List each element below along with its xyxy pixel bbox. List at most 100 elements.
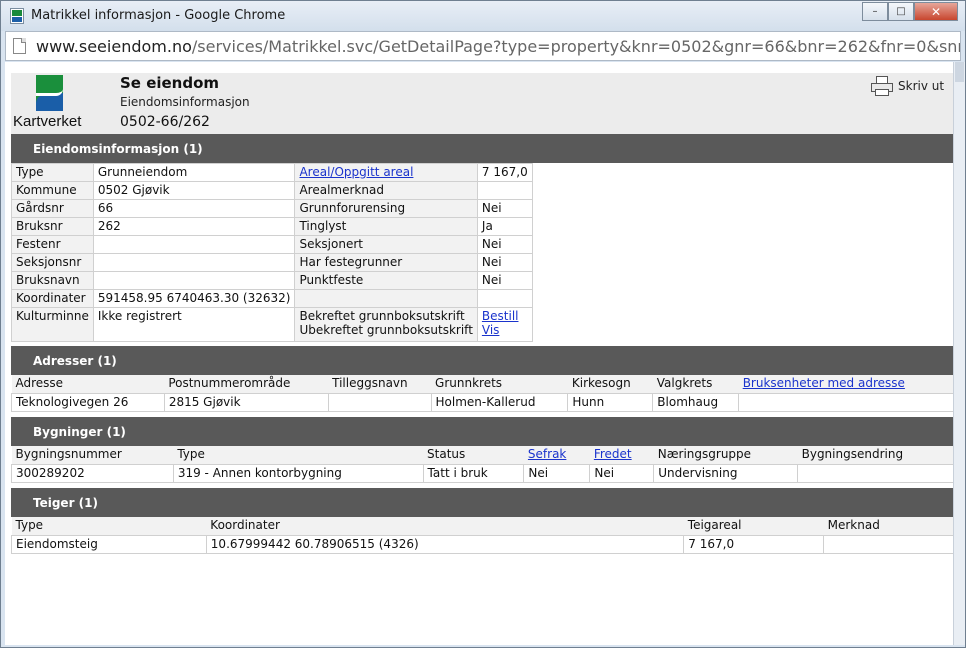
cell-type: 319 - Annen kontorbygning — [172, 463, 424, 483]
maximize-button[interactable]: □ — [888, 2, 914, 21]
vertical-scrollbar[interactable] — [953, 62, 965, 645]
url-path: /services/Matrikkel.svc/GetDetailPage?ty… — [191, 37, 960, 56]
col-sefrak: Sefrak — [523, 446, 590, 464]
cell-kirkesogn: Hunn — [567, 392, 654, 412]
field-value: Ikke registrert — [92, 307, 296, 342]
page-title: Se eiendom — [120, 74, 220, 92]
col-adresse: Adresse — [11, 375, 165, 393]
table-row: Teknologivegen 26 2815 Gjøvik Holmen-Kal… — [11, 392, 953, 412]
field-value: 591458.95 6740463.30 (32632) — [92, 289, 296, 308]
teiger-table: Type Koordinater Teigareal Merknad Eiend… — [11, 517, 953, 554]
col-fredet: Fredet — [589, 446, 654, 464]
vis-link[interactable]: Vis — [482, 323, 500, 337]
title-bar[interactable]: Matrikkel informasjon - Google Chrome – … — [1, 1, 965, 31]
bestill-link[interactable]: Bestill — [482, 309, 519, 323]
print-button[interactable]: Skriv ut — [871, 76, 944, 96]
cell-bygningsendring — [797, 463, 953, 483]
address-bar[interactable]: www.seeiendom.no/services/Matrikkel.svc/… — [5, 31, 961, 61]
cell-bruksenheter — [738, 392, 953, 412]
cell-merknad — [823, 534, 953, 554]
fredet-link[interactable]: Fredet — [594, 447, 632, 461]
table-row: Bruksnavn Punktfeste Nei — [11, 271, 533, 290]
bruksenheter-link[interactable]: Bruksenheter med adresse — [743, 376, 905, 390]
col-kirkesogn: Kirkesogn — [567, 375, 653, 393]
app-icon — [10, 8, 24, 24]
cell-naeringsgruppe: Undervisning — [653, 463, 799, 483]
cell-postnummer: 2815 Gjøvik — [163, 392, 329, 412]
ubekreftet-label: Ubekreftet grunnboksutskrift — [299, 323, 473, 337]
section-bygninger: Bygninger (1) — [11, 417, 953, 446]
property-id: 0502-66/262 — [120, 114, 210, 130]
field-value — [92, 271, 296, 290]
field-value: Bestill Vis — [476, 307, 533, 342]
minimize-button[interactable]: – — [862, 2, 888, 21]
close-button[interactable]: ✕ — [914, 2, 958, 21]
cell-adresse: Teknologivegen 26 — [11, 392, 165, 412]
browser-window: Matrikkel informasjon - Google Chrome – … — [0, 0, 966, 648]
field-value: 0502 Gjøvik — [92, 181, 296, 200]
col-valgkrets: Valgkrets — [652, 375, 739, 393]
table-row: Type Grunneiendom Areal/Oppgitt areal 7 167… — [11, 163, 533, 182]
print-label: Skriv ut — [898, 79, 945, 93]
table-row: Seksjonsnr Har festegrunner Nei — [11, 253, 533, 272]
field-value: Ja — [476, 217, 533, 236]
field-value — [92, 253, 296, 272]
printer-icon — [871, 76, 893, 96]
field-label: Bekreftet grunnboksutskrift Ubekreftet gr… — [294, 307, 478, 342]
cell-bygningsnummer: 300289202 — [11, 463, 174, 483]
sefrak-link[interactable]: Sefrak — [528, 447, 566, 461]
field-label: Bruksnr — [11, 217, 94, 236]
eiendom-table: Type Grunneiendom Areal/Oppgitt areal 7 167… — [11, 163, 533, 342]
window-controls: – □ ✕ — [862, 2, 958, 21]
page-subtitle: Eiendomsinformasjon — [120, 95, 250, 109]
cell-teigareal: 7 167,0 — [683, 534, 825, 554]
field-value — [476, 181, 533, 200]
section-teiger: Teiger (1) — [11, 488, 953, 517]
col-bygningsendring: Bygningsendring — [797, 446, 953, 464]
col-grunnkrets: Grunnkrets — [431, 375, 568, 393]
page-icon — [13, 38, 26, 54]
field-label: Koordinater — [11, 289, 94, 308]
cell-type: Eiendomsteig — [11, 534, 207, 554]
field-label: Bruksnavn — [11, 271, 94, 290]
field-value: Nei — [476, 235, 533, 254]
field-value: Nei — [476, 271, 533, 290]
url-host: www.seeiendom.no — [36, 37, 192, 56]
field-label: Seksjonert — [294, 235, 478, 254]
table-row: Gårdsnr 66 Grunnforurensing Nei — [11, 199, 533, 218]
field-label: Tinglyst — [294, 217, 478, 236]
brand-name: Kartverket — [13, 113, 82, 130]
bygninger-header-row: Bygningsnummer Type Status Sefrak Fredet… — [11, 446, 953, 464]
col-merknad: Merknad — [823, 517, 953, 535]
col-tilleggsnavn: Tilleggsnavn — [328, 375, 432, 393]
field-label: Type — [11, 163, 94, 182]
field-value: 262 — [92, 217, 296, 236]
section-eiendom: Eiendomsinformasjon (1) — [11, 134, 953, 163]
table-row: Koordinater 591458.95 6740463.30 (32632) — [11, 289, 533, 308]
field-value: 66 — [92, 199, 296, 218]
field-label: Kulturminne — [11, 307, 94, 342]
field-value — [476, 289, 533, 308]
field-label — [294, 289, 478, 308]
cell-tilleggsnavn — [327, 392, 432, 412]
field-label: Punktfeste — [294, 271, 478, 290]
field-value: Grunneiendom — [92, 163, 296, 182]
bygninger-table: Bygningsnummer Type Status Sefrak Fredet… — [11, 446, 953, 483]
teiger-header-row: Type Koordinater Teigareal Merknad — [11, 517, 953, 535]
field-label: Arealmerknad — [294, 181, 478, 200]
col-bruksenheter: Bruksenheter med adresse — [738, 375, 953, 393]
areal-link[interactable]: Areal/Oppgitt areal — [299, 165, 413, 179]
page-content: Kartverket Se eiendom Eiendomsinformasjo… — [5, 62, 953, 645]
col-type: Type — [173, 446, 424, 464]
bekreftet-label: Bekreftet grunnboksutskrift — [299, 309, 465, 323]
cell-sefrak: Nei — [523, 463, 591, 483]
url-text[interactable]: www.seeiendom.no/services/Matrikkel.svc/… — [36, 37, 960, 56]
col-type: Type — [11, 517, 207, 535]
field-value — [92, 235, 296, 254]
col-bygningsnummer: Bygningsnummer — [11, 446, 174, 464]
col-teigareal: Teigareal — [683, 517, 824, 535]
table-row: Kulturminne Ikke registrert Bekreftet grun… — [11, 307, 533, 342]
cell-koordinater: 10.67999442 60.78906515 (4326) — [205, 534, 685, 554]
field-label: Grunnforurensing — [294, 199, 478, 218]
section-adresser: Adresser (1) — [11, 346, 953, 375]
